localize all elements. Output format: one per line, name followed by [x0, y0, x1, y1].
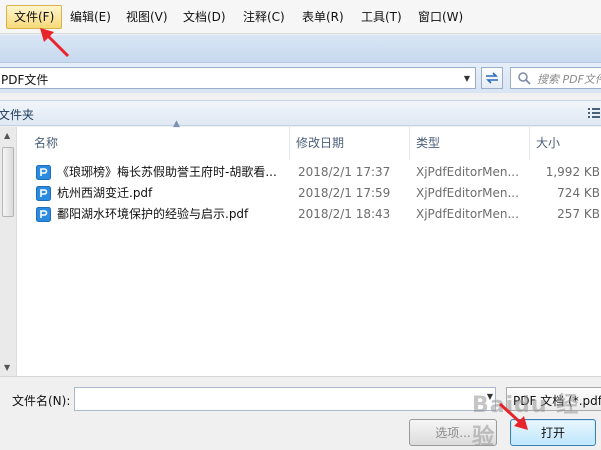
file-type: XjPdfEditorMen...: [416, 165, 519, 179]
dialog-toolbar: [0, 35, 601, 63]
file-name-cell: 鄱阳湖水环境保护的经验与启示.pdf: [36, 204, 286, 225]
pdf-file-icon: [36, 186, 51, 201]
address-bar[interactable]: PDF文件 ▼: [0, 67, 476, 89]
file-name-cell: 《琅琊榜》梅长苏假助誉王府时-胡歌看...: [36, 162, 286, 183]
search-icon: [518, 72, 531, 85]
file-size: 257 KB: [557, 207, 600, 221]
scroll-down-icon[interactable]: ▼: [4, 363, 10, 372]
table-row[interactable]: 鄱阳湖水环境保护的经验与启示.pdf 2018/2/1 18:43 XjPdfE…: [18, 204, 601, 225]
scroll-up-icon[interactable]: ▲: [4, 131, 10, 140]
chevron-down-icon[interactable]: ▼: [459, 68, 475, 88]
file-size: 1,992 KB: [545, 165, 600, 179]
file-date: 2018/2/1 17:37: [298, 165, 391, 179]
menu-file[interactable]: 文件(F): [6, 5, 63, 29]
menu-window[interactable]: 窗口(W): [411, 5, 470, 29]
folder-toolbar: 文件夹: [0, 100, 601, 126]
filename-input[interactable]: ▼: [74, 387, 496, 411]
menu-edit[interactable]: 编辑(E): [63, 5, 118, 29]
table-row[interactable]: 《琅琊榜》梅长苏假助誉王府时-胡歌看... 2018/2/1 17:37 XjP…: [18, 162, 601, 183]
filename-label: 文件名(N):: [12, 394, 71, 408]
column-size[interactable]: 大小: [530, 127, 601, 159]
column-date[interactable]: 修改日期: [290, 127, 410, 159]
search-placeholder: 搜索 PDF文件: [537, 73, 601, 86]
file-name: 鄱阳湖水环境保护的经验与启示.pdf: [57, 207, 249, 221]
menu-tools[interactable]: 工具(T): [354, 5, 409, 29]
file-date: 2018/2/1 17:59: [298, 186, 391, 200]
vertical-scrollbar[interactable]: ▲ ▼: [0, 127, 17, 376]
file-name-cell: 杭州西湖变迁.pdf: [36, 183, 286, 204]
column-header: ▲ 名称 修改日期 类型 大小: [18, 119, 601, 159]
scrollbar-thumb[interactable]: [2, 147, 14, 217]
file-name: 《琅琊榜》梅长苏假助誉王府时-胡歌看...: [57, 165, 277, 179]
file-list: ▲ ▼ ▲ 名称 修改日期 类型 大小 《琅琊榜》梅长苏假助誉王府时-胡歌看..…: [0, 119, 601, 376]
menu-document[interactable]: 文档(D): [176, 5, 233, 29]
watermark: Baidu 经验: [472, 393, 580, 450]
menu-form[interactable]: 表单(R): [295, 5, 351, 29]
file-name: 杭州西湖变迁.pdf: [57, 186, 153, 200]
menu-view[interactable]: 视图(V): [119, 5, 175, 29]
view-options-icon[interactable]: [588, 107, 600, 119]
pdf-file-icon: [36, 207, 51, 222]
column-type[interactable]: 类型: [410, 127, 530, 159]
address-bar-row: PDF文件 ▼ 搜索 PDF文件: [0, 63, 601, 93]
refresh-button[interactable]: [481, 67, 503, 89]
refresh-icon: [486, 72, 498, 84]
folder-label[interactable]: 文件夹: [0, 106, 34, 123]
file-type: XjPdfEditorMen...: [416, 207, 519, 221]
column-name[interactable]: 名称: [28, 127, 290, 159]
file-size: 724 KB: [557, 186, 600, 200]
file-type: XjPdfEditorMen...: [416, 186, 519, 200]
table-row[interactable]: 杭州西湖变迁.pdf 2018/2/1 17:59 XjPdfEditorMen…: [18, 183, 601, 204]
pdf-file-icon: [36, 165, 51, 180]
menu-comment[interactable]: 注释(C): [236, 5, 292, 29]
search-input[interactable]: 搜索 PDF文件: [510, 67, 601, 89]
address-path: PDF文件: [1, 73, 49, 87]
menu-bar: 文件(F) 编辑(E) 视图(V) 文档(D) 注释(C) 表单(R) 工具(T…: [0, 0, 601, 34]
file-date: 2018/2/1 18:43: [298, 207, 391, 221]
